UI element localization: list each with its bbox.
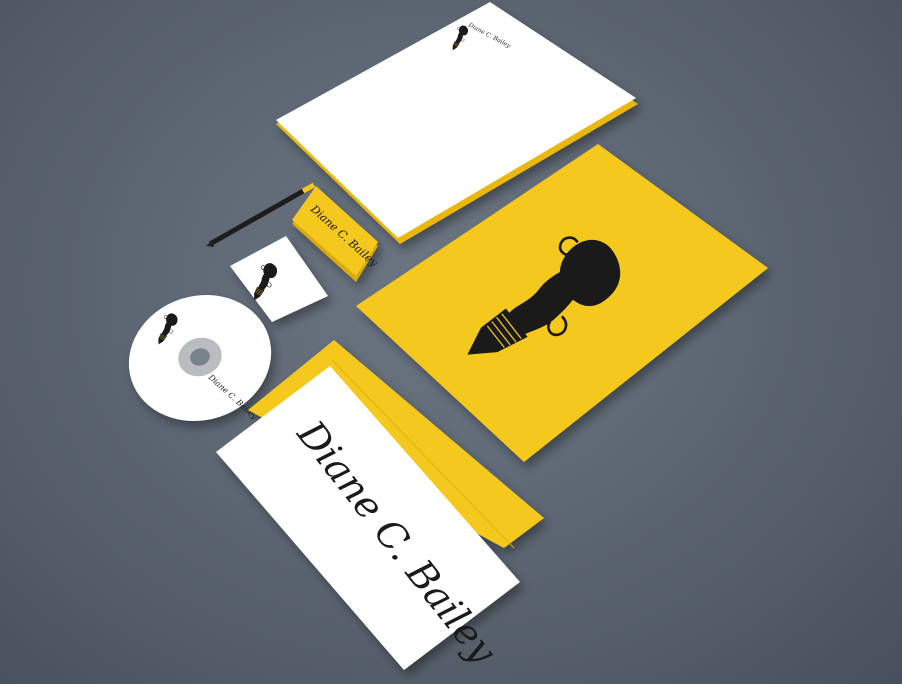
stationery-mockup-scene: Diane C. Bailey Diane C. Bailey Diane C.… bbox=[0, 0, 902, 684]
mockup-artwork: Diane C. Bailey Diane C. Bailey Diane C.… bbox=[128, 2, 768, 672]
